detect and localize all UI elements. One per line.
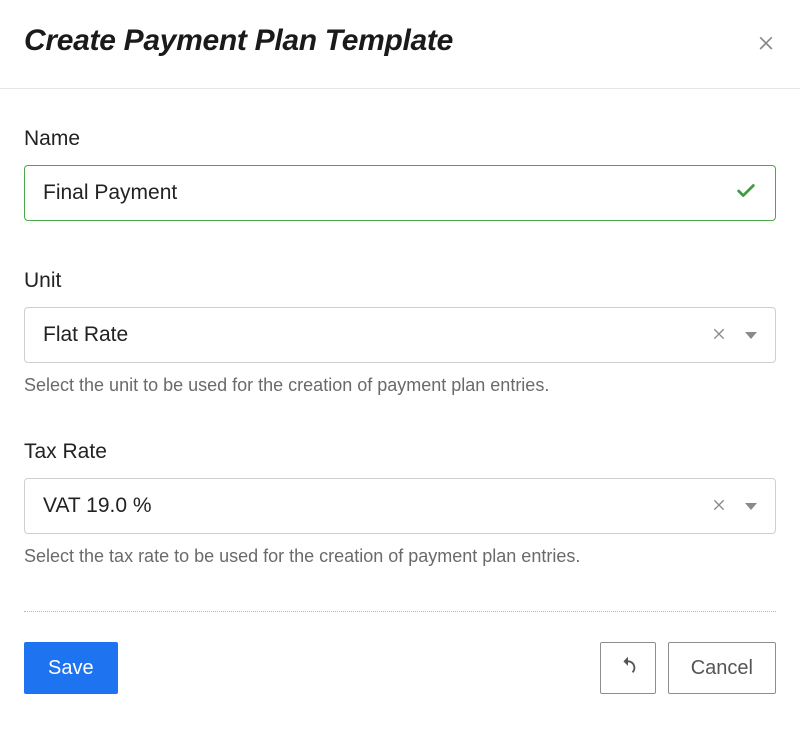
chevron-down-icon[interactable] (745, 503, 757, 510)
unit-field: Unit Flat Rate Select the unit to be use… (24, 269, 776, 396)
unit-label: Unit (24, 269, 776, 293)
clear-icon[interactable] (711, 325, 745, 346)
tax-rate-field: Tax Rate VAT 19.0 % Select the tax rate … (24, 440, 776, 567)
unit-selected-value: Flat Rate (43, 323, 711, 347)
name-field: Name (24, 127, 776, 221)
tax-rate-selected-value: VAT 19.0 % (43, 494, 711, 518)
create-payment-plan-template-modal: Create Payment Plan Template Name Unit F… (0, 0, 800, 718)
modal-body: Name Unit Flat Rate Select the unit to b… (0, 89, 800, 567)
tax-rate-label: Tax Rate (24, 440, 776, 464)
modal-header: Create Payment Plan Template (0, 0, 800, 89)
modal-title: Create Payment Plan Template (24, 24, 453, 58)
name-input[interactable] (43, 181, 735, 205)
save-button[interactable]: Save (24, 642, 118, 694)
close-icon[interactable] (756, 32, 776, 52)
name-label: Name (24, 127, 776, 151)
undo-icon (617, 654, 639, 682)
chevron-down-icon[interactable] (745, 332, 757, 339)
tax-rate-help-text: Select the tax rate to be used for the c… (24, 546, 776, 567)
modal-footer: Save Cancel (0, 612, 800, 718)
reset-button[interactable] (600, 642, 656, 694)
unit-help-text: Select the unit to be used for the creat… (24, 375, 776, 396)
checkmark-icon (735, 180, 757, 207)
tax-rate-select[interactable]: VAT 19.0 % (24, 478, 776, 534)
name-input-wrap[interactable] (24, 165, 776, 221)
unit-select[interactable]: Flat Rate (24, 307, 776, 363)
cancel-button[interactable]: Cancel (668, 642, 776, 694)
clear-icon[interactable] (711, 496, 745, 517)
